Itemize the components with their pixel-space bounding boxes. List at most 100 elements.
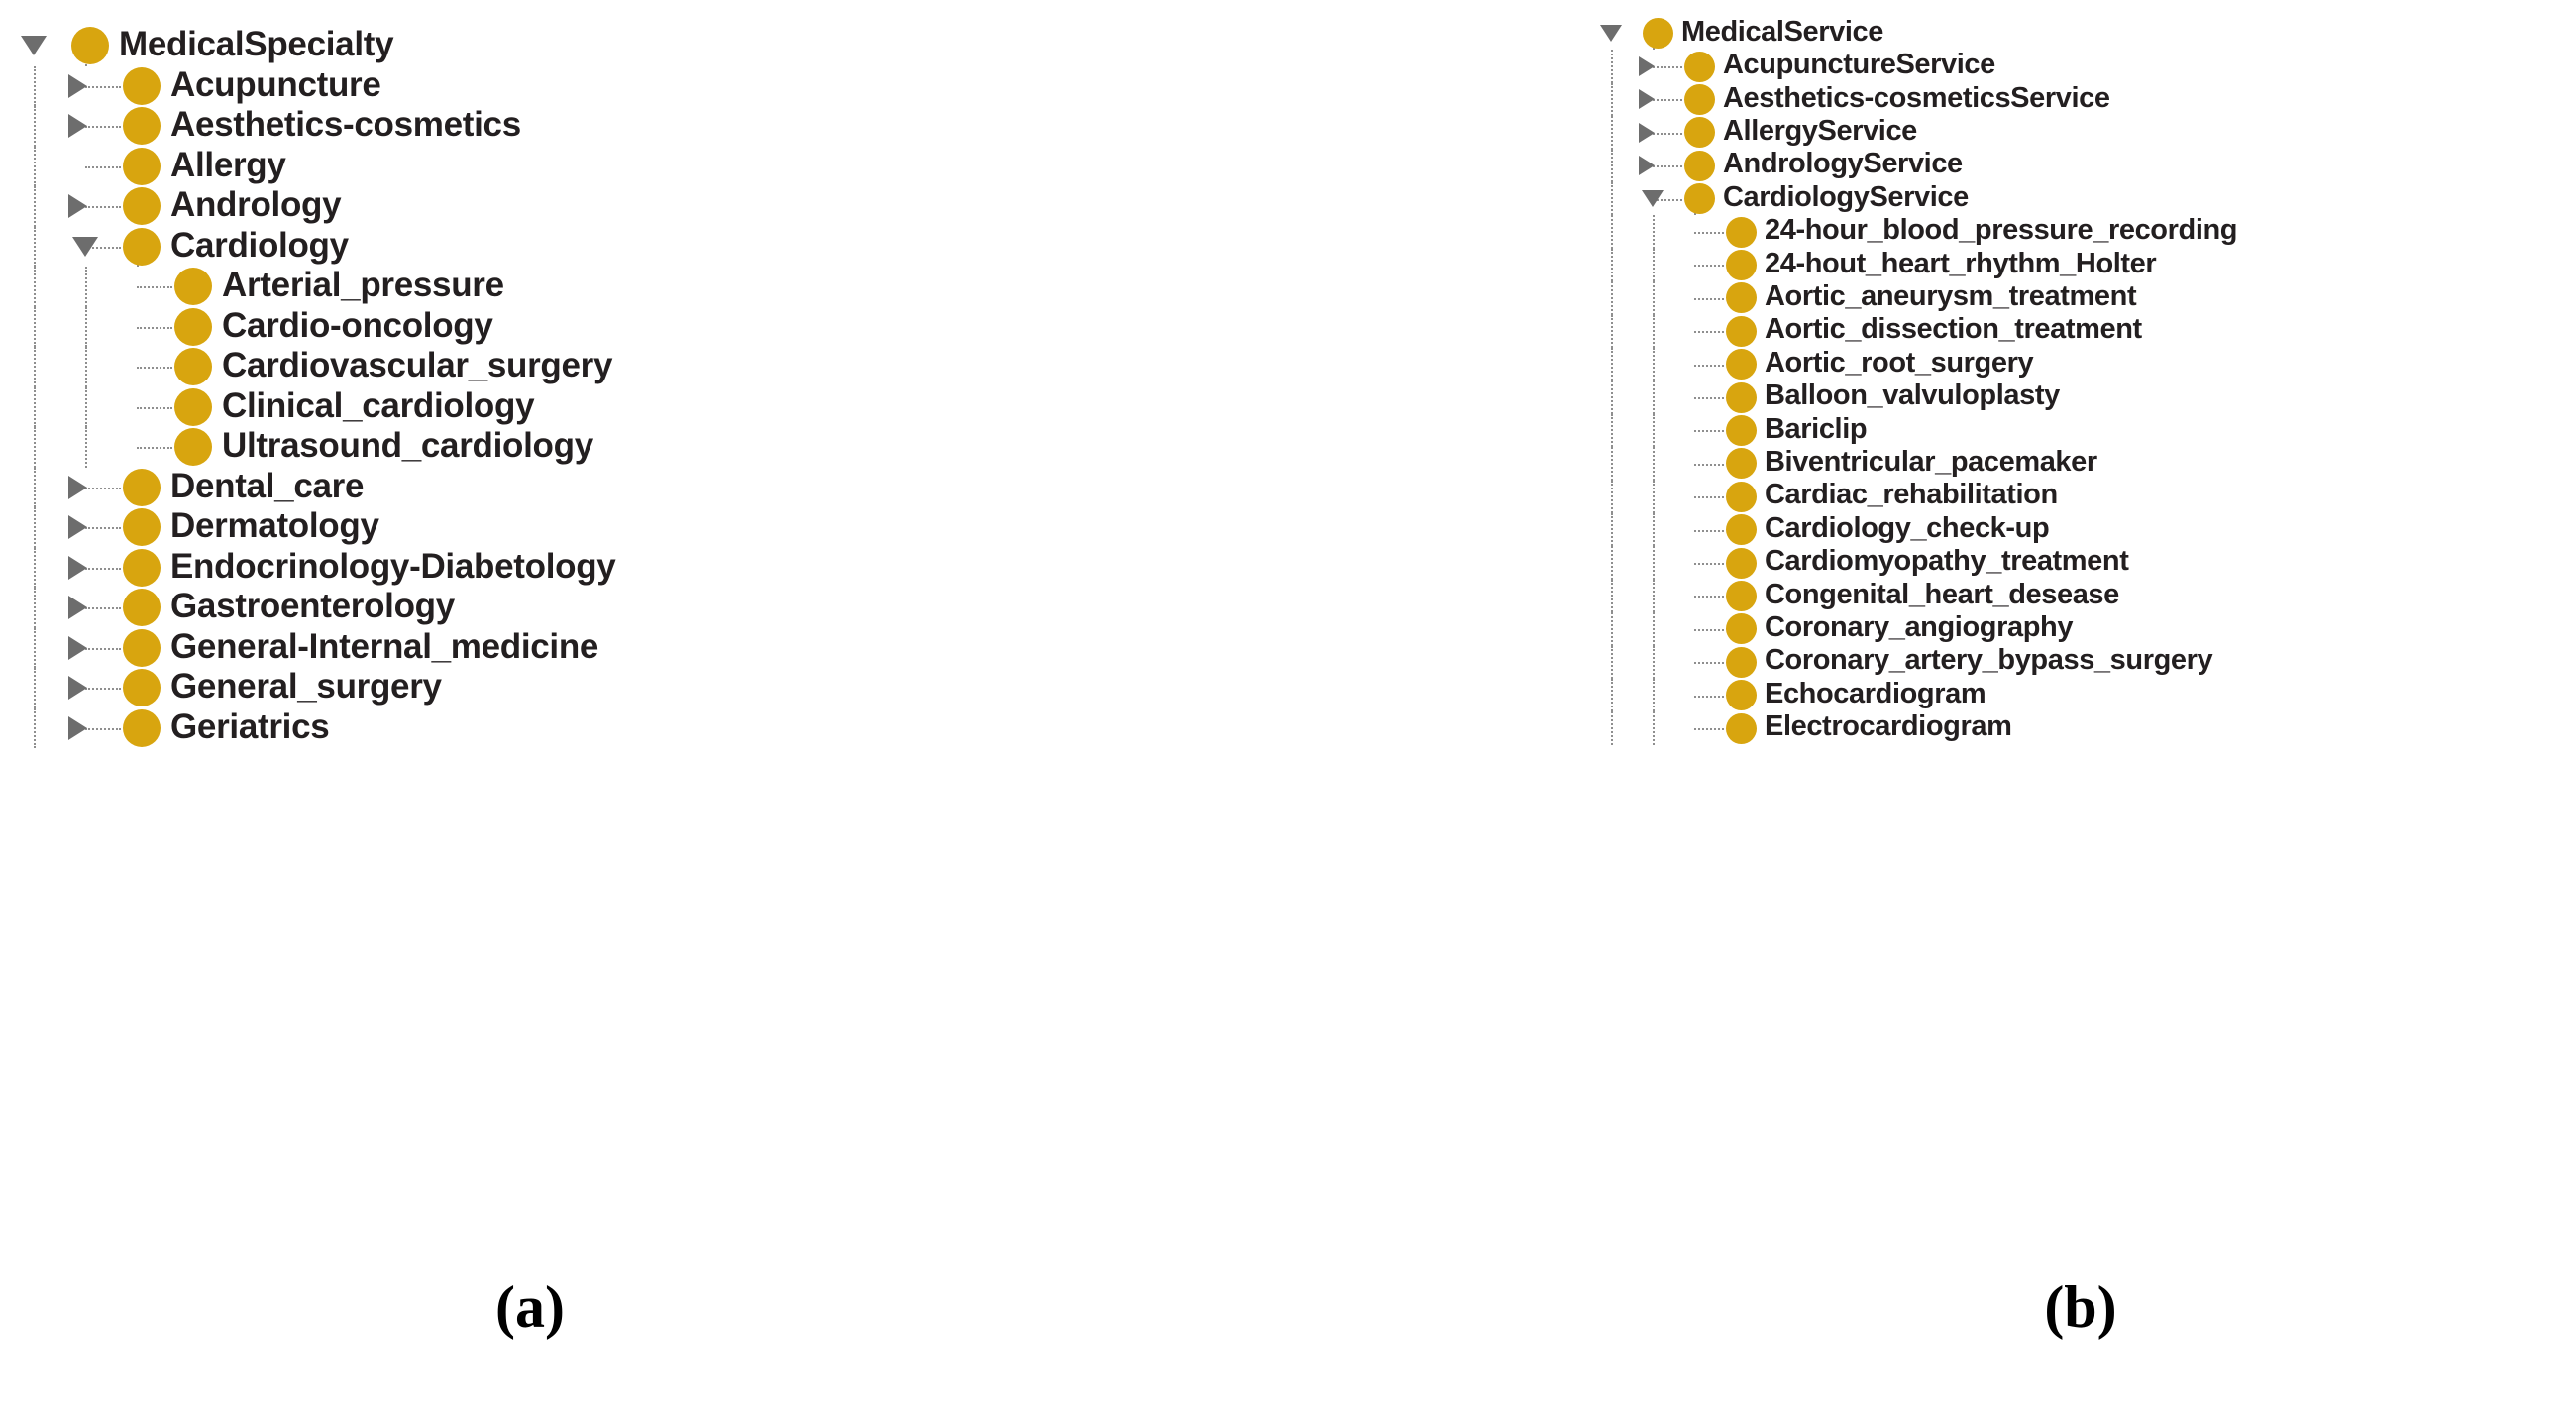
tree-node-label[interactable]: Cardiology_check-up xyxy=(1765,513,2050,543)
triangle-right-icon[interactable] xyxy=(68,475,87,499)
tree-node-label[interactable]: Allergy xyxy=(170,148,286,182)
triangle-down-icon[interactable] xyxy=(1642,190,1664,208)
tree-node-row[interactable]: Ultrasound_cardiology xyxy=(0,427,1288,468)
tree-node-row[interactable]: Andrology xyxy=(0,186,1288,227)
tree-node-row[interactable]: General_surgery xyxy=(0,668,1288,708)
tree-node-label[interactable]: Balloon_valvuloplasty xyxy=(1765,381,2060,410)
tree-node-row[interactable]: Dental_care xyxy=(0,467,1288,507)
class-circle-icon xyxy=(1726,481,1757,512)
class-circle-icon xyxy=(123,66,161,105)
tree-guide-line xyxy=(34,347,36,387)
tree-node-label[interactable]: Biventricular_pacemaker xyxy=(1765,447,2097,477)
tree-node-label[interactable]: Dermatology xyxy=(170,508,379,543)
tree-node-label[interactable]: Cardiology xyxy=(170,228,349,263)
tree-node-label[interactable]: Cardiovascular_surgery xyxy=(222,348,612,382)
tree-node-label[interactable]: Ultrasound_cardiology xyxy=(222,428,593,463)
tree-node-row[interactable]: MedicalSpecialty xyxy=(0,26,1288,66)
triangle-right-icon[interactable] xyxy=(68,715,87,740)
tree-node-row[interactable]: Dermatology xyxy=(0,507,1288,548)
triangle-right-icon[interactable] xyxy=(68,114,87,139)
tree-node-row[interactable]: Cardio-oncology xyxy=(0,306,1288,347)
medical-specialty-tree[interactable]: MedicalSpecialty Acupuncture Aesthetics-co… xyxy=(0,0,1288,1239)
tree-node-label[interactable]: Aesthetics-cosmetics xyxy=(170,107,521,142)
tree-node-label[interactable]: Coronary_artery_bypass_surgery xyxy=(1765,646,2213,675)
tree-node-label[interactable]: Aortic_root_surgery xyxy=(1765,348,2034,378)
triangle-down-icon[interactable] xyxy=(21,36,47,56)
tree-node-label[interactable]: Cardiac_rehabilitation xyxy=(1765,481,2058,509)
tree-connector-line xyxy=(85,607,121,610)
tree-node-label[interactable]: Aortic_dissection_treatment xyxy=(1765,315,2142,344)
tree-node-label[interactable]: CardiologyService xyxy=(1723,182,1969,212)
tree-node-label[interactable]: Coronary_angiography xyxy=(1765,612,2073,642)
tree-connector-line xyxy=(1694,331,1724,334)
tree-node-label[interactable]: Congenital_heart_desease xyxy=(1765,580,2119,609)
class-circle-icon xyxy=(1684,51,1715,82)
tree-node-label[interactable]: Cardio-oncology xyxy=(222,308,493,343)
class-circle-icon xyxy=(123,468,161,506)
tree-node-label[interactable]: Andrology xyxy=(170,187,342,222)
tree-node-label[interactable]: General-Internal_medicine xyxy=(170,629,598,664)
triangle-right-icon[interactable] xyxy=(1639,89,1655,110)
tree-node-label[interactable]: Endocrinology-Diabetology xyxy=(170,549,616,584)
class-circle-icon xyxy=(1726,249,1757,280)
tree-node-label[interactable]: Bariclip xyxy=(1765,414,1868,444)
tree-node-row[interactable]: Gastroenterology xyxy=(0,588,1288,628)
triangle-right-icon[interactable] xyxy=(68,676,87,701)
tree-guide-line xyxy=(34,226,36,267)
caption-a: (a) xyxy=(495,1274,565,1340)
tree-connector-line xyxy=(1694,596,1724,598)
triangle-right-icon[interactable] xyxy=(68,555,87,580)
tree-node-label[interactable]: Aesthetics-cosmeticsService xyxy=(1723,83,2110,113)
class-circle-icon xyxy=(174,387,212,426)
triangle-right-icon[interactable] xyxy=(68,596,87,620)
tree-node-label[interactable]: MedicalSpecialty xyxy=(119,27,394,61)
tree-node-label[interactable]: 24-hour_blood_pressure_recording xyxy=(1765,216,2238,245)
medical-service-tree-panel: MedicalService AcupunctureService Aestheti… xyxy=(1585,0,2576,1239)
triangle-right-icon[interactable] xyxy=(68,515,87,540)
tree-node-label[interactable]: Geriatrics xyxy=(170,709,330,744)
tree-node-row[interactable]: Endocrinology-Diabetology xyxy=(0,547,1288,588)
tree-node-row[interactable]: General-Internal_medicine xyxy=(0,627,1288,668)
triangle-right-icon[interactable] xyxy=(1639,122,1655,143)
tree-node-row[interactable]: Allergy xyxy=(0,146,1288,186)
tree-node-label[interactable]: Echocardiogram xyxy=(1765,679,1986,708)
tree-node-label[interactable]: MedicalService xyxy=(1681,17,1883,47)
tree-guide-line xyxy=(1653,711,1655,745)
tree-node-label[interactable]: General_surgery xyxy=(170,669,442,704)
tree-node-row[interactable]: Clinical_cardiology xyxy=(0,386,1288,427)
triangle-down-icon[interactable] xyxy=(72,236,98,257)
tree-node-label[interactable]: AllergyService xyxy=(1723,116,1917,146)
tree-node-row[interactable]: Cardiology xyxy=(0,226,1288,267)
class-circle-icon xyxy=(123,708,161,747)
tree-connector-line xyxy=(1694,529,1724,532)
tree-node-label[interactable]: Clinical_cardiology xyxy=(222,388,535,423)
tree-node-row[interactable]: Arterial_pressure xyxy=(0,267,1288,307)
tree-guide-line xyxy=(1611,513,1613,547)
tree-node-label[interactable]: Acupuncture xyxy=(170,67,381,102)
tree-node-label[interactable]: AcupunctureService xyxy=(1723,51,1995,79)
class-circle-icon xyxy=(1726,381,1757,413)
tree-node-row[interactable]: Geriatrics xyxy=(0,707,1288,748)
tree-node-label[interactable]: Dental_care xyxy=(170,469,364,503)
tree-node-row[interactable]: Acupuncture xyxy=(0,65,1288,106)
triangle-right-icon[interactable] xyxy=(68,73,87,98)
tree-node-row[interactable]: Cardiovascular_surgery xyxy=(0,347,1288,387)
triangle-right-icon[interactable] xyxy=(68,635,87,660)
class-circle-icon xyxy=(123,508,161,547)
triangle-down-icon[interactable] xyxy=(1600,25,1622,43)
tree-node-label[interactable]: Aortic_aneurysm_treatment xyxy=(1765,281,2137,311)
tree-node-label[interactable]: Electrocardiogram xyxy=(1765,712,2012,741)
tree-node-row[interactable]: Aesthetics-cosmetics xyxy=(0,106,1288,147)
medical-service-tree[interactable]: MedicalService AcupunctureService Aestheti… xyxy=(1585,0,2576,1239)
tree-node-row[interactable]: Electrocardiogram xyxy=(1585,711,2576,751)
triangle-right-icon[interactable] xyxy=(1639,56,1655,77)
tree-node-label[interactable]: Arterial_pressure xyxy=(222,268,504,302)
class-circle-icon xyxy=(1726,315,1757,347)
tree-node-label[interactable]: 24-hout_heart_rhythm_Holter xyxy=(1765,249,2157,278)
triangle-right-icon[interactable] xyxy=(68,194,87,219)
tree-node-label[interactable]: Cardiomyopathy_treatment xyxy=(1765,547,2129,576)
tree-guide-line xyxy=(1653,447,1655,481)
triangle-right-icon[interactable] xyxy=(1639,156,1655,176)
tree-node-label[interactable]: AndrologyService xyxy=(1723,150,1963,178)
tree-node-label[interactable]: Gastroenterology xyxy=(170,589,455,623)
